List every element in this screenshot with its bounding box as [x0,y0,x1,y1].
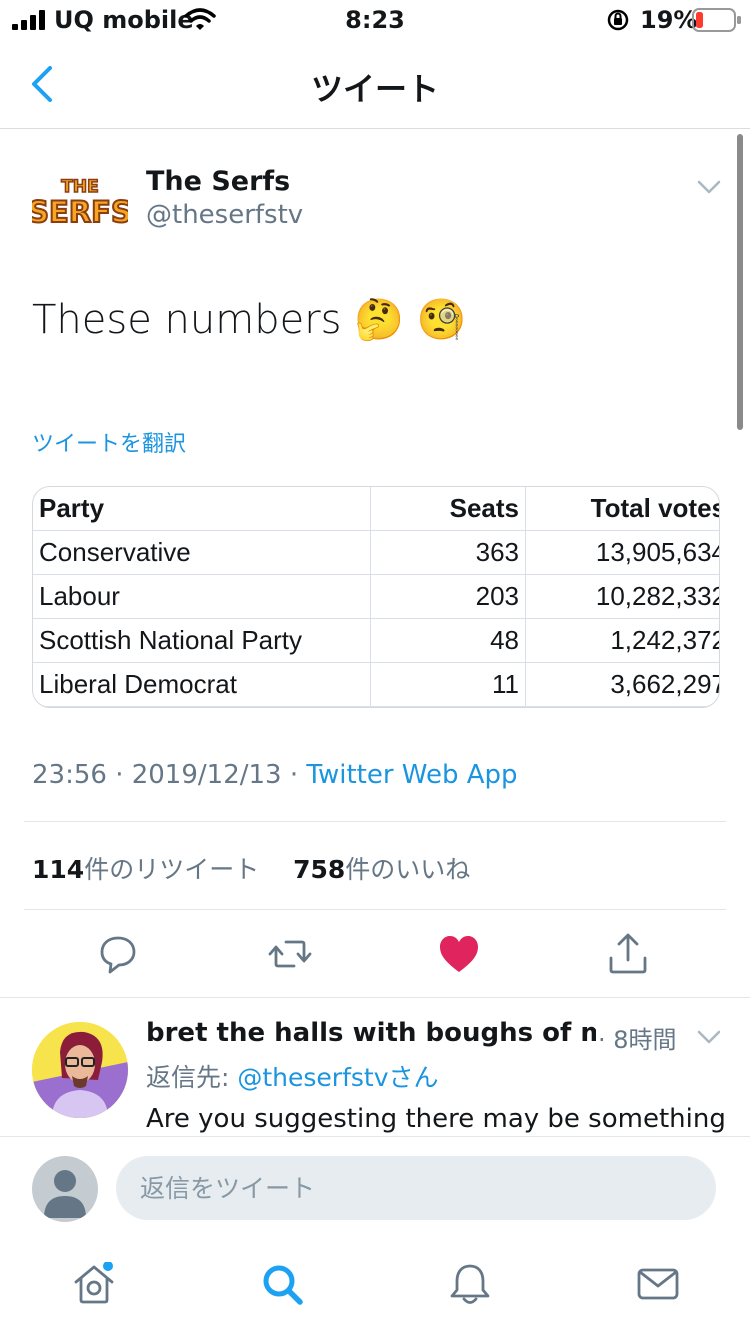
home-icon[interactable] [72,1262,116,1306]
notifications-icon[interactable] [448,1262,492,1306]
reply-author-name[interactable]: bret the halls with boughs of m... [146,1018,596,1048]
table-cell: Labour [33,574,371,619]
orientation-lock-icon [607,9,629,31]
table-header-cell: Party [33,487,371,531]
clock: 8:23 [345,6,405,34]
like-label: 件のいいね [345,855,471,884]
table-row: Labour 203 10,282,332 [33,574,719,619]
tweet-timestamp: 23:56 · 2019/12/13 · Twitter Web App [32,760,518,790]
share-icon[interactable] [608,932,648,976]
table-header-cell: Seats [370,487,526,531]
table-cell: Liberal Democrat [33,662,371,707]
table-cell: 1,242,372 [525,618,719,663]
chevron-down-icon[interactable] [694,172,724,202]
table-row: Liberal Democrat 11 3,662,297 [33,662,719,707]
election-table: Party Seats Total votes Conservative 363… [33,487,719,707]
table-cell: 3,662,297 [525,662,719,707]
engagement-counts: 114件のリツイート 758件のいいね [32,850,470,886]
divider [24,909,726,910]
messages-icon[interactable] [636,1262,680,1306]
timestamp-text: 23:56 · 2019/12/13 · [32,760,307,790]
reply-avatar[interactable] [32,1022,128,1118]
table-cell: 48 [370,618,526,663]
table-row: Conservative 363 13,905,634 [33,530,719,575]
table-row: Scottish National Party 48 1,242,372 [33,618,719,663]
divider [24,821,726,822]
retweet-count: 114 [32,855,85,884]
table-cell: 10,282,332 [525,574,719,619]
comment-icon[interactable] [98,932,138,976]
reply-text: Are you suggesting there may be somethin… [146,1104,726,1134]
table-cell: 13,905,634 [525,530,719,575]
reply-to-mention[interactable]: @theserfstvさん [237,1063,438,1092]
table-header-cell: Total votes [525,487,719,531]
table-header-row: Party Seats Total votes [33,487,719,531]
svg-text:THE: THE [61,177,98,197]
status-bar: UQ mobile 8:23 19% [0,0,750,40]
reply-to-prefix: 返信先: [146,1063,238,1092]
avatar-illustration [32,1022,128,1118]
author-handle[interactable]: @theserfstv [146,200,303,230]
table-cell: 203 [370,574,526,619]
divider [0,997,750,998]
battery-percent: 19% [640,6,698,34]
author-name[interactable]: The Serfs [146,166,290,197]
reply-to: 返信先: @theserfstvさん [146,1058,439,1094]
reply-input[interactable] [116,1156,716,1220]
navigation-bar: ツイート [0,40,750,129]
svg-text:SERFS: SERFS [32,195,128,229]
scrollbar[interactable] [737,134,743,430]
author-avatar[interactable]: THE SERFS [32,172,128,232]
table-cell: 363 [370,530,526,575]
like-count: 758 [293,855,346,884]
search-icon[interactable] [260,1262,304,1306]
like-count-link[interactable]: 758件のいいね [293,855,470,884]
chevron-down-icon[interactable] [694,1022,724,1052]
default-profile-icon [44,1170,86,1218]
battery-icon [692,8,741,32]
translate-link[interactable]: ツイートを翻訳 [32,426,186,458]
source-link[interactable]: Twitter Web App [306,760,517,790]
reply-time: · 8時間 [598,1026,677,1054]
retweet-label: 件のリツイート [84,855,260,884]
table-cell: Scottish National Party [33,618,371,663]
like-icon[interactable] [437,932,481,976]
my-avatar[interactable] [32,1156,98,1222]
table-cell: Conservative [33,530,371,575]
table-cell: 11 [370,662,526,707]
tweet-text: These numbers 🤔 🧐 [32,297,467,343]
retweet-icon[interactable] [268,932,312,976]
tweet-media-table[interactable]: Party Seats Total votes Conservative 363… [32,486,720,708]
page-title: ツイート [310,70,439,108]
retweet-count-link[interactable]: 114件のリツイート [32,855,259,884]
